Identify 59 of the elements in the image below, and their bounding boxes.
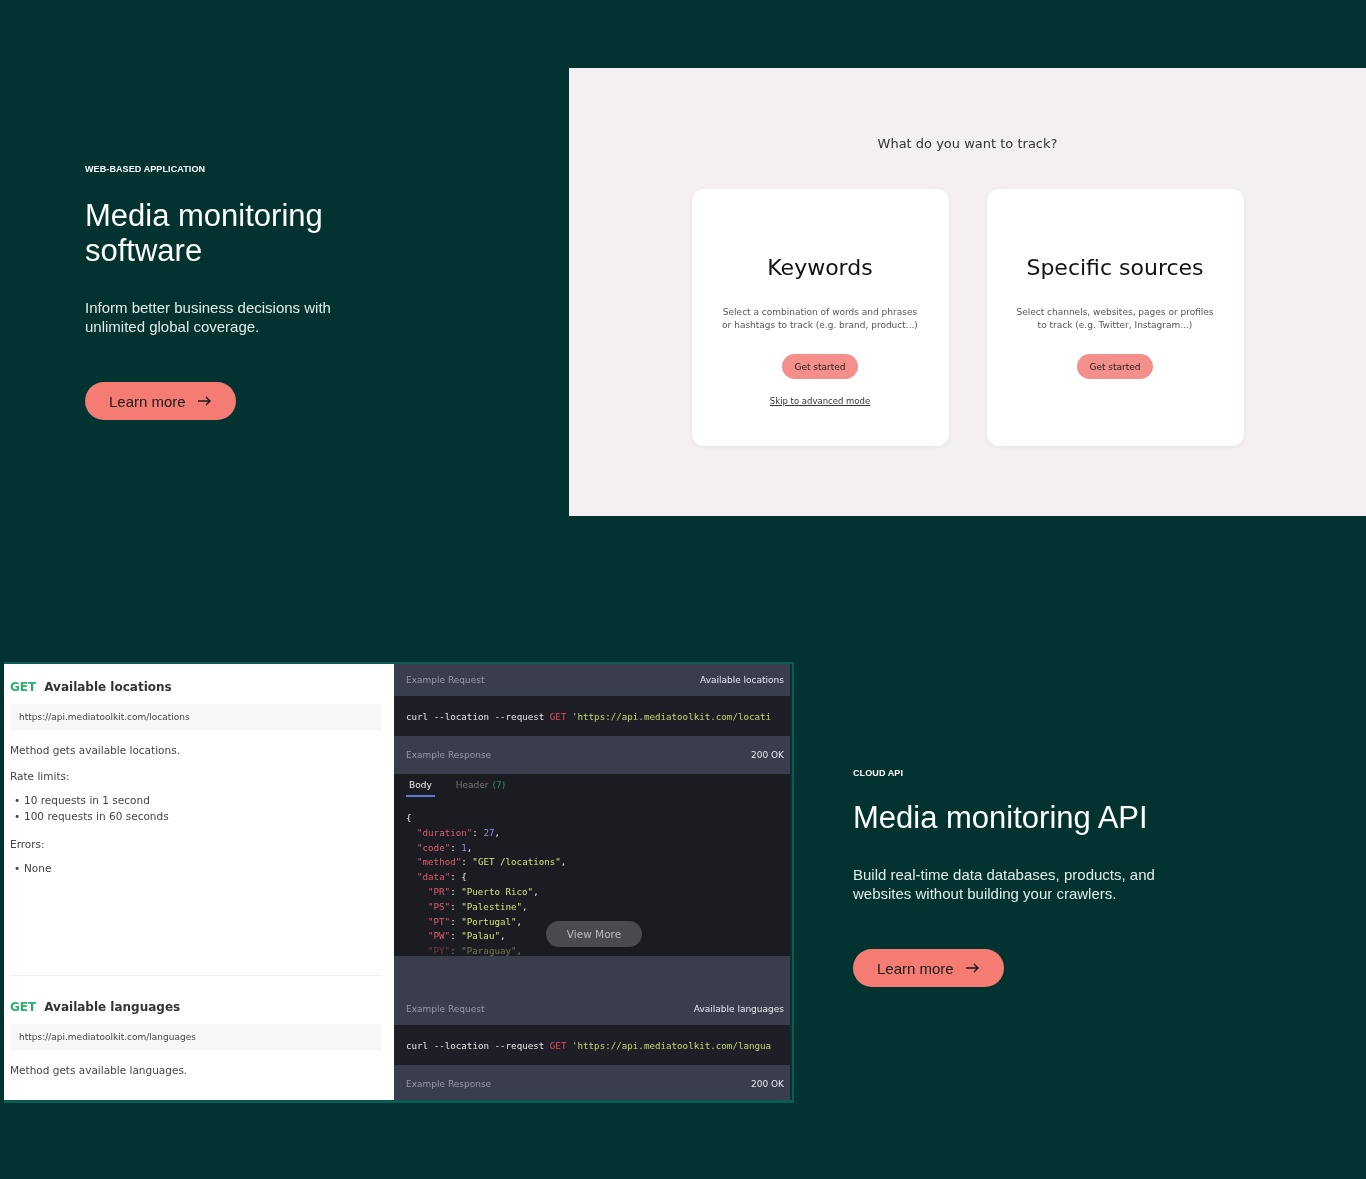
view-more-button[interactable]: View More bbox=[546, 921, 642, 947]
code-line: "method": "GET /locations", bbox=[416, 855, 567, 870]
code-line: { bbox=[406, 811, 412, 825]
card-description: Select channels, websites, pages or profiles to track (e.g. Twitter, Instagram...) bbox=[1015, 306, 1215, 332]
http-method-label: GET bbox=[10, 680, 37, 694]
api-title: Media monitoring API bbox=[853, 800, 1149, 835]
rate-limit-item: 10 requests in 1 second bbox=[24, 794, 150, 806]
example-response-label: Example Response bbox=[406, 750, 492, 760]
api-description: Build real-time data databases, products, and websites without building your crawlers. bbox=[853, 865, 1156, 903]
learn-more-button[interactable]: Learn more bbox=[85, 382, 236, 420]
example-request-label: Example Request bbox=[406, 675, 485, 685]
error-item: None bbox=[24, 862, 52, 874]
example-response-label: Example Response bbox=[406, 1079, 492, 1089]
track-question: What do you want to track? bbox=[877, 136, 1058, 151]
card-title: Keywords bbox=[767, 255, 873, 280]
section-eyebrow: WEB-BASED APPLICATION bbox=[85, 164, 207, 174]
get-started-button[interactable]: Get started bbox=[1077, 354, 1153, 379]
code-line: "PS": "Palestine", bbox=[427, 899, 528, 914]
code-line: "duration": 27, bbox=[416, 825, 501, 840]
get-started-button[interactable]: Get started bbox=[782, 354, 858, 379]
advanced-mode-link[interactable]: Skip to advanced mode bbox=[769, 396, 871, 406]
endpoint-title: Available languages bbox=[44, 1000, 181, 1014]
rate-limits-label: Rate limits: bbox=[10, 770, 71, 782]
arrow-right-icon bbox=[965, 963, 980, 973]
bullet-marker: • bbox=[14, 793, 22, 808]
endpoint-url: https://api.mediatoolkit.com/languages bbox=[10, 1024, 382, 1050]
errors-label: Errors: bbox=[10, 838, 46, 850]
example-request-label: Example Request bbox=[406, 1004, 485, 1014]
code-line: "PR": "Puerto Rico", bbox=[427, 885, 539, 899]
bullet-marker: • bbox=[14, 861, 22, 876]
request-name: Available languages bbox=[693, 1004, 784, 1014]
response-tab[interactable]: Header (7) bbox=[452, 780, 509, 797]
card-title: Specific sources bbox=[1026, 255, 1204, 280]
response-tab[interactable]: Body bbox=[406, 780, 435, 797]
endpoint-description: Method gets available languages. bbox=[10, 1064, 189, 1076]
request-name: Available locations bbox=[700, 675, 784, 685]
http-method-label: GET bbox=[10, 1000, 37, 1014]
code-line: "data": { bbox=[416, 870, 467, 885]
option-card[interactable]: Keywords Select a combination of words and phrases or hashtags to track (e.g. brand, product...) Get started Skip to advanced mode bbox=[691, 189, 949, 446]
bullet-marker: • bbox=[14, 809, 22, 824]
endpoint-title: Available locations bbox=[44, 680, 172, 694]
rate-limit-item: 100 requests in 60 seconds bbox=[24, 810, 169, 822]
code-line: "PW": "Palau", bbox=[427, 929, 506, 944]
code-line: "PY": "Paraguay", bbox=[427, 944, 523, 956]
option-card[interactable]: Specific sources Select channels, websites, pages or profiles to track (e.g. Twitter, Instagram...) Get started bbox=[986, 189, 1244, 446]
arrow-right-icon bbox=[197, 396, 212, 406]
code-line: "PT": "Portugal", bbox=[427, 914, 523, 929]
status-label: 200 OK bbox=[750, 1079, 784, 1089]
status-label: 200 OK bbox=[750, 750, 784, 760]
card-description: Select a combination of words and phrases or hashtags to track (e.g. brand, product...) bbox=[721, 306, 919, 332]
endpoint-description: Method gets available locations. bbox=[10, 744, 181, 756]
hero-description: Inform better business decisions with unlimited global coverage. bbox=[85, 298, 332, 336]
learn-more-button[interactable]: Learn more bbox=[853, 949, 1004, 987]
curl-command: curl --location --request GET 'https://api.mediatoolkit.com/langua bbox=[406, 1039, 772, 1051]
hero-title: Media monitoring software bbox=[85, 198, 324, 268]
code-line: "code": 1, bbox=[416, 840, 473, 855]
endpoint-url: https://api.mediatoolkit.com/locations bbox=[10, 704, 382, 730]
section-eyebrow: CLOUD API bbox=[853, 768, 905, 778]
curl-command: curl --location --request GET 'https://api.mediatoolkit.com/locati bbox=[406, 710, 772, 722]
